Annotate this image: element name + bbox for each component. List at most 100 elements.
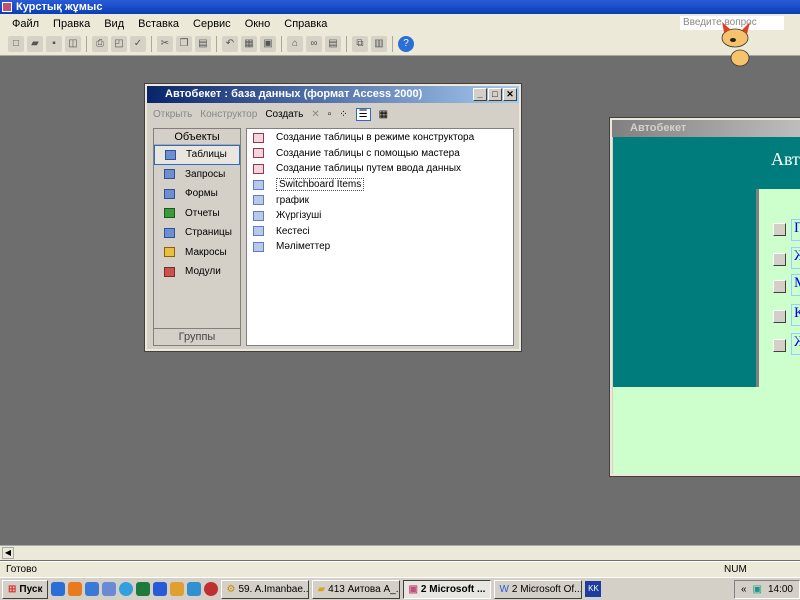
details-view-icon[interactable]: ▦ — [379, 109, 388, 120]
delete-icon[interactable]: ✕ — [311, 109, 319, 120]
minimize-button[interactable]: _ — [473, 88, 487, 101]
cut-icon[interactable]: ✂ — [157, 36, 173, 52]
media-icon[interactable] — [119, 582, 134, 596]
properties-icon[interactable]: ▤ — [325, 36, 341, 52]
open-folder-icon[interactable]: ▰ — [27, 36, 43, 52]
list-item[interactable]: Создание таблицы с помощью мастера — [247, 146, 513, 162]
switchboard-button[interactable] — [773, 280, 786, 293]
switchboard-button[interactable] — [773, 339, 786, 352]
small-icons-view-icon[interactable]: ⁘ — [339, 109, 347, 120]
create-button[interactable]: Создать — [265, 109, 303, 120]
tool-icon[interactable] — [170, 582, 185, 596]
notepad-icon[interactable] — [102, 582, 117, 596]
undo-icon[interactable]: ↶ — [222, 36, 238, 52]
list-item[interactable]: Switchboard Items — [247, 177, 513, 193]
list-item-label: Мәліметтер — [276, 241, 331, 253]
menu-edit[interactable]: Правка — [53, 18, 90, 30]
menu-insert[interactable]: Вставка — [138, 18, 179, 30]
separator — [151, 36, 152, 52]
media-player-icon[interactable] — [68, 582, 83, 596]
copy-icon[interactable]: ❐ — [176, 36, 192, 52]
object-macros[interactable]: Макросы — [154, 243, 240, 263]
excel-icon[interactable] — [136, 582, 151, 596]
switchboard-label[interactable]: Ж — [791, 333, 800, 355]
list-item[interactable]: Кестесі — [247, 224, 513, 240]
tray-app-icon[interactable]: ▣ — [753, 584, 762, 595]
new-object-icon[interactable]: ▥ — [371, 36, 387, 52]
groups-header[interactable]: Группы — [154, 328, 240, 345]
switchboard-button[interactable] — [773, 253, 786, 266]
menu-view[interactable]: Вид — [104, 18, 124, 30]
switchboard-label[interactable]: Г — [791, 219, 800, 241]
analyze-icon[interactable]: ▣ — [260, 36, 276, 52]
taskbar-item[interactable]: ⚙ 59. A.Imanbae... — [221, 579, 310, 599]
database-window-title-bar[interactable]: Автобекет : база данных (формат Access 2… — [147, 86, 519, 103]
switchboard-form-window: Автобекет Авт Г Ж М К Ж — [610, 118, 800, 476]
switchboard-label[interactable]: М — [791, 274, 800, 296]
scroll-left-icon[interactable]: ◀ — [2, 547, 14, 559]
large-icons-view-icon[interactable]: ▫ — [328, 109, 332, 120]
menu-file[interactable]: Файл — [12, 18, 39, 30]
new-icon[interactable]: □ — [8, 36, 24, 52]
word-icon[interactable] — [153, 582, 168, 596]
menu-window[interactable]: Окно — [245, 18, 271, 30]
start-button[interactable]: ⊞ Пуск — [2, 579, 49, 599]
link-icon[interactable]: ∞ — [306, 36, 322, 52]
outlook-express-icon[interactable] — [85, 582, 100, 596]
save-icon[interactable]: ▪ — [46, 36, 62, 52]
code-icon[interactable]: ⌂ — [287, 36, 303, 52]
list-item[interactable]: Создание таблицы путем ввода данных — [247, 161, 513, 177]
maximize-button[interactable]: □ — [488, 88, 502, 101]
list-item[interactable]: график — [247, 192, 513, 208]
print-icon[interactable]: ⎙ — [92, 36, 108, 52]
close-button[interactable]: ✕ — [503, 88, 517, 101]
task-label: 59. A.Imanbae... — [238, 583, 310, 595]
open-button[interactable]: Открыть — [153, 109, 192, 120]
office-links-icon[interactable]: ▦ — [241, 36, 257, 52]
object-label: Модули — [185, 266, 221, 278]
relationships-icon[interactable]: ⧉ — [352, 36, 368, 52]
objects-header[interactable]: Объекты — [154, 129, 240, 145]
network-icon[interactable] — [187, 582, 202, 596]
taskbar-item-active[interactable]: ▣ 2 Microsoft ... — [403, 579, 492, 599]
search-file-icon[interactable]: ◫ — [65, 36, 81, 52]
menu-tools[interactable]: Сервис — [193, 18, 231, 30]
help-icon[interactable]: ? — [398, 36, 414, 52]
preview-icon[interactable]: ◰ — [111, 36, 127, 52]
opera-icon[interactable] — [204, 582, 219, 596]
list-item[interactable]: Создание таблицы в режиме конструктора — [247, 130, 513, 146]
design-button[interactable]: Конструктор — [200, 109, 257, 120]
task-label: 2 Microsoft ... — [420, 583, 486, 595]
spellcheck-icon[interactable]: ✓ — [130, 36, 146, 52]
internet-explorer-icon[interactable] — [51, 582, 66, 596]
paste-icon[interactable]: ▤ — [195, 36, 211, 52]
wizard-icon — [253, 148, 264, 159]
task-label: 413 Аитова А_... — [328, 583, 401, 595]
language-indicator[interactable]: KK — [585, 581, 602, 597]
list-item[interactable]: Мәліметтер — [247, 239, 513, 255]
switchboard-label[interactable]: К — [791, 304, 800, 326]
object-modules[interactable]: Модули — [154, 262, 240, 282]
form-window-title-bar[interactable]: Автобекет — [612, 120, 800, 137]
switchboard-button[interactable] — [773, 223, 786, 236]
list-view-icon[interactable]: ☰ — [355, 107, 371, 121]
menu-help[interactable]: Справка — [284, 18, 327, 30]
horizontal-scrollbar[interactable]: ◀ — [0, 545, 800, 560]
object-forms[interactable]: Формы — [154, 184, 240, 204]
taskbar-item[interactable]: ▰ 413 Аитова А_... — [312, 579, 401, 599]
object-reports[interactable]: Отчеты — [154, 204, 240, 224]
app-title-bar: Курстық жұмыс — [0, 0, 800, 14]
separator — [346, 36, 347, 52]
expand-tray-icon[interactable]: « — [741, 584, 747, 595]
switchboard-label[interactable]: Ж — [791, 247, 800, 269]
office-assistant-cat-icon[interactable] — [718, 18, 758, 68]
taskbar-item[interactable]: W2 Microsoft Of... — [494, 579, 583, 599]
object-tables[interactable]: Таблицы — [154, 145, 240, 165]
object-label: Отчеты — [185, 207, 220, 219]
table-icon — [165, 149, 176, 160]
list-item[interactable]: Жүргізуші — [247, 208, 513, 224]
list-item-label: Switchboard Items — [276, 178, 365, 192]
object-pages[interactable]: Страницы — [154, 223, 240, 243]
object-queries[interactable]: Запросы — [154, 165, 240, 185]
switchboard-button[interactable] — [773, 310, 786, 323]
